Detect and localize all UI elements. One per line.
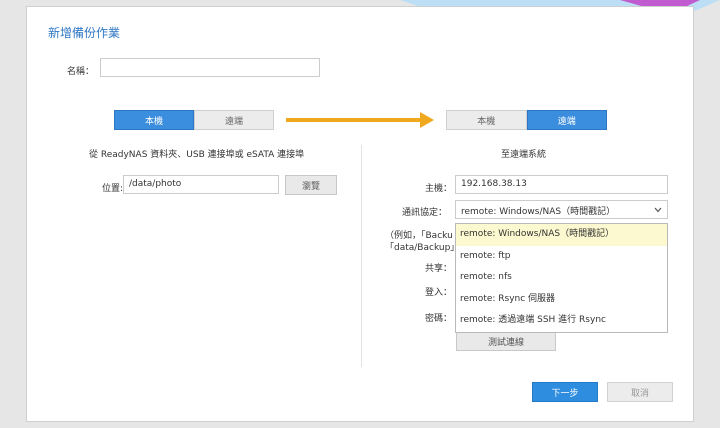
protocol-label: 通訊協定：	[402, 208, 448, 218]
cancel-button[interactable]: 取消	[607, 382, 673, 402]
protocol-option-ftp[interactable]: remote: ftp	[456, 246, 667, 268]
host-label: 主機：	[425, 184, 453, 194]
protocol-option-rsync-server[interactable]: remote: Rsync 伺服器	[456, 289, 667, 311]
location-input[interactable]: /data/photo	[123, 175, 279, 194]
destination-type-toggle: 本機 遠端	[446, 110, 607, 130]
browse-button[interactable]: 瀏覽	[285, 175, 337, 195]
destination-remote-button[interactable]: 遠端	[526, 110, 607, 130]
destination-local-button[interactable]: 本機	[446, 110, 527, 130]
column-divider	[361, 145, 362, 367]
chevron-down-icon	[654, 207, 662, 213]
share-label: 共享：	[425, 264, 453, 274]
next-button[interactable]: 下一步	[532, 382, 598, 402]
destination-heading: 至遠端系統	[501, 150, 547, 160]
name-input[interactable]	[100, 58, 320, 77]
name-label: 名稱：	[67, 67, 95, 77]
protocol-dropdown-list: remote: Windows/NAS（時間戳記） remote: ftp re…	[455, 223, 668, 333]
source-description: 從 ReadyNAS 資料夾、USB 連接埠或 eSATA 連接埠	[89, 150, 305, 160]
host-input[interactable]: 192.168.38.13	[455, 175, 668, 194]
protocol-select-value: remote: Windows/NAS（時間戳記）	[461, 207, 616, 217]
protocol-option-rsync-ssh[interactable]: remote: 透過遠端 SSH 進行 Rsync	[456, 310, 667, 332]
source-type-toggle: 本機 遠端	[114, 110, 274, 130]
protocol-select[interactable]: remote: Windows/NAS（時間戳記）	[455, 200, 668, 219]
source-remote-button[interactable]: 遠端	[194, 110, 274, 130]
test-connection-button[interactable]: 測試連線	[456, 332, 556, 351]
protocol-option-nfs[interactable]: remote: nfs	[456, 267, 667, 289]
protocol-option-windows-nas[interactable]: remote: Windows/NAS（時間戳記）	[456, 224, 667, 246]
dialog-title: 新增備份作業	[48, 26, 121, 40]
password-label: 密碼：	[425, 314, 453, 324]
source-local-button[interactable]: 本機	[114, 110, 194, 130]
login-label: 登入：	[425, 288, 453, 298]
right-arrow-icon	[286, 112, 434, 128]
add-backup-job-dialog: 新增備份作業 名稱： 本機 遠端 本機 遠端 從 ReadyNAS 資料夾、US…	[26, 6, 694, 422]
location-label: 位置:	[102, 184, 124, 194]
example-hint-line2: 「data/Backup」'	[385, 243, 462, 253]
